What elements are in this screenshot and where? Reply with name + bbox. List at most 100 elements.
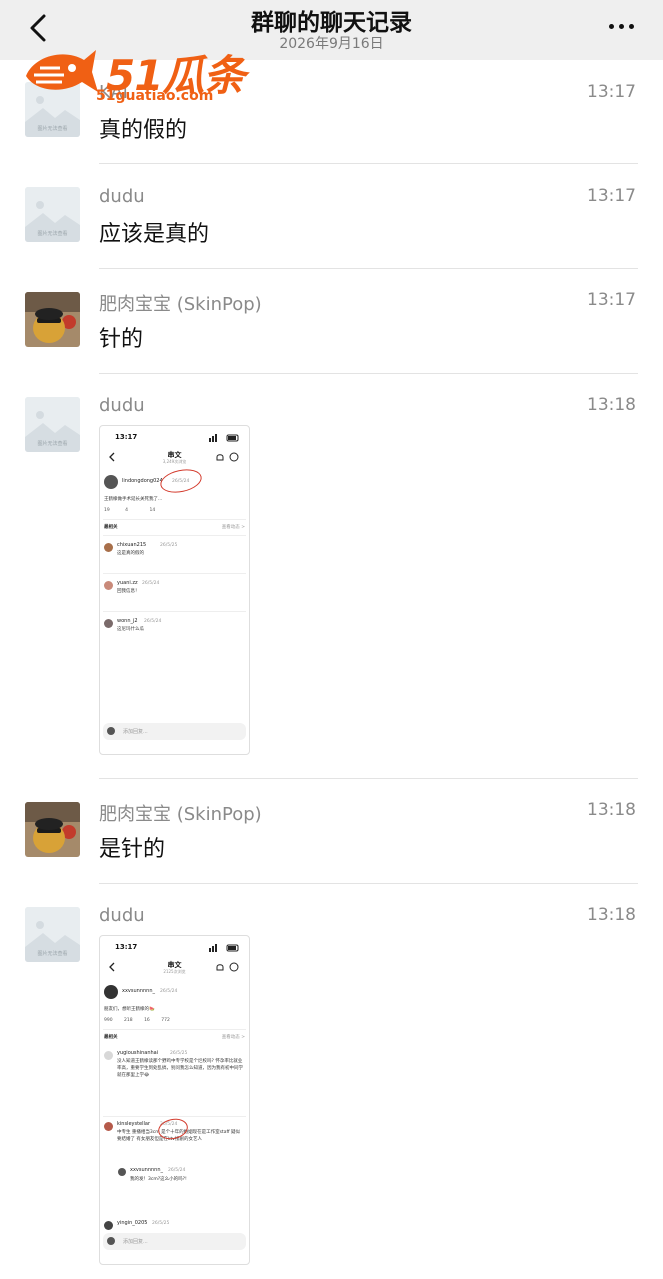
stat-like: 990 <box>104 1018 113 1023</box>
message-text[interactable]: 应该是真的 <box>99 216 209 248</box>
reply-avatar <box>104 543 113 552</box>
reply-date: 26/5/24 <box>168 1168 186 1173</box>
placeholder-label: 图片无法查看 <box>37 125 67 132</box>
shot-subtitle: 2125次浏览 <box>163 969 186 974</box>
avatar-placeholder[interactable]: 图片无法查看 <box>25 907 80 962</box>
reply-user: chixuan215 <box>117 542 147 548</box>
stat-share: 772 <box>161 1018 170 1023</box>
sender-name: dudu <box>99 186 145 207</box>
more-dot <box>618 23 624 29</box>
watermark-url: 51guatiao.com <box>96 88 214 104</box>
shot-section: 最相关 <box>104 525 118 530</box>
reply-avatar <box>104 1122 113 1131</box>
sender-name: 肥肉宝宝 (SkinPop) <box>99 804 262 825</box>
shot-separator <box>103 1116 246 1117</box>
shot-section-right: 查看动态 > <box>221 525 245 530</box>
reply-text: 没人知道王鹤棣读那个野鸡中专学校是个烂校吗? 怀孕率比就业率高，重要学生到处乱搞… <box>117 1059 243 1078</box>
stat-comment: 4 <box>125 508 129 513</box>
shot-post-avatar <box>104 985 118 999</box>
shot-post-avatar <box>104 475 118 489</box>
placeholder-label: 图片无法查看 <box>37 950 67 957</box>
reply-user: kinsleystellar <box>117 1121 151 1127</box>
status-icons <box>209 944 239 952</box>
shot-post-date: 26/5/24 <box>160 989 178 994</box>
message-text[interactable]: 针的 <box>99 321 143 353</box>
reply-text: 这尼玛什么瓜 <box>117 627 144 632</box>
chat-message: 肥肉宝宝 (SkinPop) 13:18 是针的 <box>0 779 663 884</box>
shot-input-avatar <box>107 727 115 735</box>
reply-text: 我的发！3cm?这么小的吗?! <box>130 1177 187 1182</box>
image-placeholder-icon: 图片无法查看 <box>25 907 80 962</box>
more-button[interactable] <box>601 14 641 38</box>
shot-status-time: 13:17 <box>115 433 138 441</box>
message-time: 13:17 <box>587 186 636 206</box>
avatar[interactable] <box>25 802 80 857</box>
shot-post-stats: 990 218 16 772 <box>104 1018 170 1023</box>
avatar[interactable] <box>25 292 80 347</box>
message-text[interactable]: 真的假的 <box>99 112 187 144</box>
stat-like: 19 <box>104 508 110 513</box>
stat-repost: 16 <box>144 1018 150 1023</box>
shot-input-avatar <box>107 1237 115 1245</box>
reply-avatar <box>104 581 113 590</box>
shot-input-placeholder: 添加回复... <box>123 1239 148 1245</box>
image-placeholder-icon: 图片无法查看 <box>25 397 80 452</box>
image-message[interactable]: 13:17 串文 2125次浏览 xxvsunnnnn_ 26/5/24 朋友们… <box>99 935 250 1265</box>
reply-date: 26/5/24 <box>142 581 160 586</box>
chat-message: 肥肉宝宝 (SkinPop) 13:17 针的 <box>0 269 663 374</box>
message-text[interactable]: 是针的 <box>99 831 165 863</box>
message-time: 13:18 <box>587 800 636 820</box>
message-time: 13:18 <box>587 395 636 415</box>
shot-bell-icon <box>216 454 224 461</box>
status-icons <box>209 434 239 442</box>
reply-user: yuani.zz <box>117 580 138 586</box>
image-message[interactable]: 13:17 串文 3,249次浏览 lindongdong024 26/5/24… <box>99 425 250 755</box>
shot-reply-input: 添加回复... <box>103 1233 246 1250</box>
user-photo-icon <box>25 292 80 347</box>
watermark-logo: 51瓜条 51guatiao.com <box>20 36 255 108</box>
page-title: 群聊的聊天记录 <box>251 10 412 36</box>
shot-post-text: 朋友们，想听王鹤棣的🍉 <box>104 1007 155 1012</box>
reply-date: 26/5/25 <box>160 543 178 548</box>
watermark-fish-icon <box>26 50 98 92</box>
message-time: 13:18 <box>587 905 636 925</box>
reply-user: wonn_j2 <box>117 618 138 624</box>
reply-text: 这是真的假的 <box>117 551 144 556</box>
shot-post-user: lindongdong024 <box>122 478 163 484</box>
sender-name: dudu <box>99 395 145 416</box>
shot-reply-input: 添加回复... <box>103 723 246 740</box>
message-time: 13:17 <box>587 82 636 102</box>
more-dot <box>628 23 634 29</box>
reply-date: 26/5/25 <box>152 1221 170 1226</box>
reply-user: xxvsunnnnn_ <box>130 1167 163 1173</box>
avatar-placeholder[interactable]: 图片无法查看 <box>25 397 80 452</box>
shot-separator <box>103 573 246 574</box>
shot-post-user: xxvsunnnnn_ <box>122 988 155 994</box>
reply-text: 回我信息！ <box>117 589 140 594</box>
sender-name: dudu <box>99 905 145 926</box>
reply-user: yingin_0205 <box>117 1220 148 1226</box>
sender-name: 肥肉宝宝 (SkinPop) <box>99 294 262 315</box>
shot-separator <box>103 519 246 520</box>
stat-comment: 218 <box>124 1018 133 1023</box>
placeholder-label: 图片无法查看 <box>37 440 67 447</box>
shot-post-text: 王鹤棣做手术延长关死我了... <box>104 497 163 502</box>
shot-more-icon <box>229 452 239 462</box>
reply-avatar <box>104 619 113 628</box>
image-placeholder-icon: 图片无法查看 <box>25 187 80 242</box>
red-annotation-circle <box>158 465 204 497</box>
message-time: 13:17 <box>587 290 636 310</box>
reply-user: yugioushinanhai <box>117 1050 159 1056</box>
reply-avatar <box>104 1051 113 1060</box>
shot-bell-icon <box>216 964 224 971</box>
shot-status-time: 13:17 <box>115 943 138 951</box>
reply-date: 26/5/25 <box>170 1051 188 1056</box>
shot-section-right: 查看动态 > <box>221 1035 245 1040</box>
shot-more-icon <box>229 962 239 972</box>
avatar-placeholder[interactable]: 图片无法查看 <box>25 187 80 242</box>
shot-separator <box>103 1029 246 1030</box>
shot-subtitle: 3,249次浏览 <box>162 459 187 464</box>
shot-input-placeholder: 添加回复... <box>123 729 148 735</box>
chat-message: 图片无法查看 dudu 13:18 13:17 串文 2125次浏览 xxvsu… <box>0 884 663 1279</box>
reply-date: 26/5/24 <box>144 619 162 624</box>
